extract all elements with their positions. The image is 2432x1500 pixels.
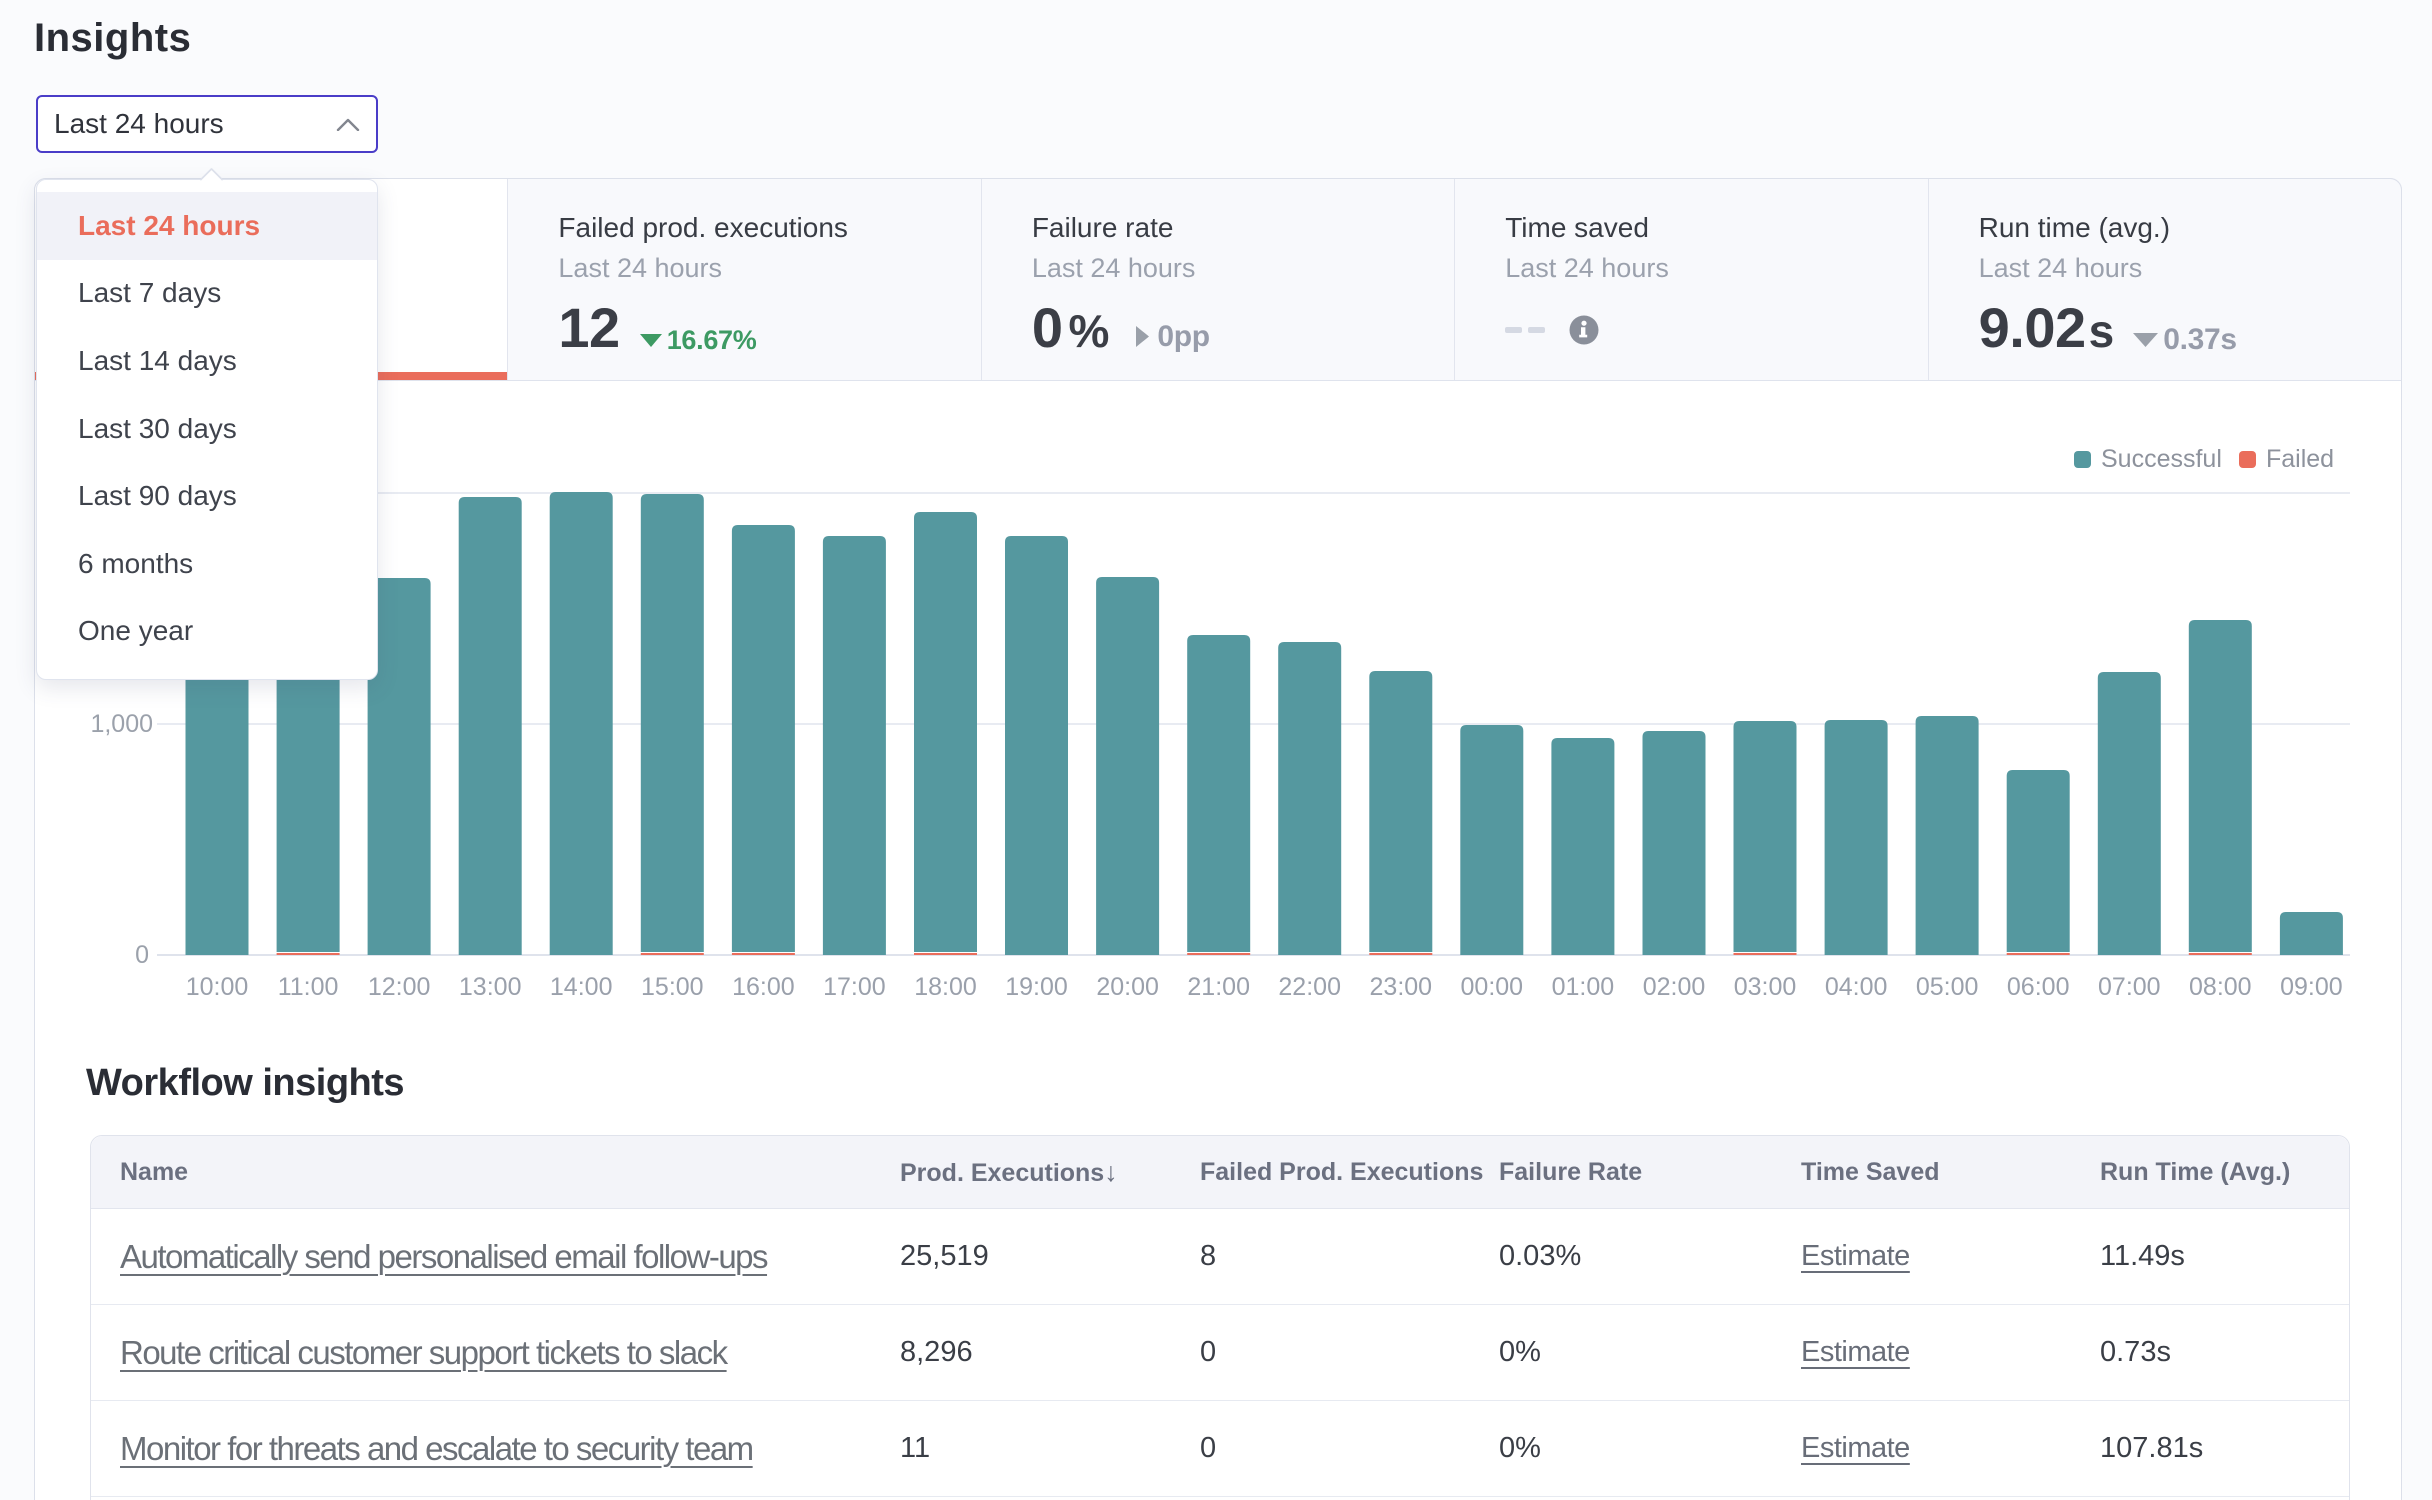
svg-text:05:00: 05:00 [1916,973,1979,1001]
svg-text:07:00: 07:00 [2098,973,2161,1001]
svg-text:17:00: 17:00 [823,973,886,1001]
svg-text:21:00: 21:00 [1187,973,1250,1001]
svg-text:08:00: 08:00 [2189,973,2252,1001]
svg-text:1,000: 1,000 [90,710,153,738]
svg-text:10:00: 10:00 [186,973,249,1001]
svg-text:Failed: Failed [2266,445,2334,473]
svg-text:04:00: 04:00 [1825,973,1888,1001]
svg-text:00:00: 00:00 [1461,973,1524,1001]
svg-text:09:00: 09:00 [2280,973,2343,1001]
svg-text:22:00: 22:00 [1278,973,1341,1001]
svg-text:01:00: 01:00 [1552,973,1615,1001]
svg-text:Successful: Successful [2101,445,2222,473]
svg-text:11:00: 11:00 [278,973,339,1001]
svg-text:15:00: 15:00 [641,973,704,1001]
svg-text:02:00: 02:00 [1643,973,1706,1001]
svg-text:03:00: 03:00 [1734,973,1797,1001]
svg-text:19:00: 19:00 [1005,973,1068,1001]
svg-text:14:00: 14:00 [550,973,613,1001]
svg-text:12:00: 12:00 [368,973,431,1001]
svg-text:06:00: 06:00 [2007,973,2070,1001]
svg-text:0: 0 [135,941,149,969]
svg-text:20:00: 20:00 [1096,973,1159,1001]
svg-text:16:00: 16:00 [732,973,795,1001]
svg-text:23:00: 23:00 [1370,973,1433,1001]
svg-text:18:00: 18:00 [914,973,977,1001]
svg-text:13:00: 13:00 [459,973,522,1001]
